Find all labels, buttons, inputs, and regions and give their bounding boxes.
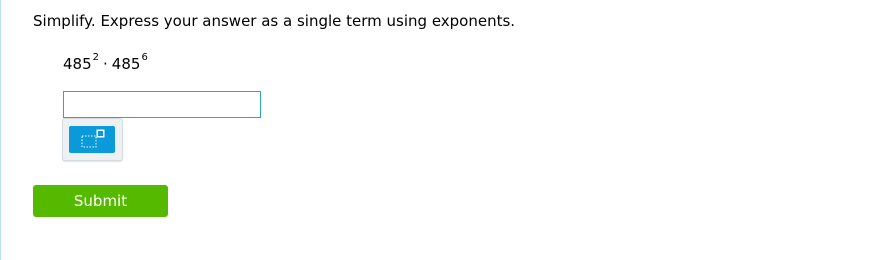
exponent-template-button[interactable]	[69, 126, 115, 153]
superscript-template-icon	[81, 129, 105, 148]
term2-base: 485	[111, 55, 141, 73]
submit-button[interactable]: Submit	[33, 185, 168, 217]
answer-input[interactable]	[63, 91, 261, 118]
multiply-operator: ·	[103, 55, 108, 73]
term1-exponent: 2	[92, 52, 100, 63]
math-tool-tray	[62, 118, 123, 161]
math-expression: 4852 · 4856	[63, 52, 148, 76]
question-prompt: Simplify. Express your answer as a singl…	[33, 12, 516, 30]
term2-exponent: 6	[141, 52, 148, 63]
term1-base: 485	[63, 55, 92, 73]
left-border-rule	[0, 0, 1, 260]
